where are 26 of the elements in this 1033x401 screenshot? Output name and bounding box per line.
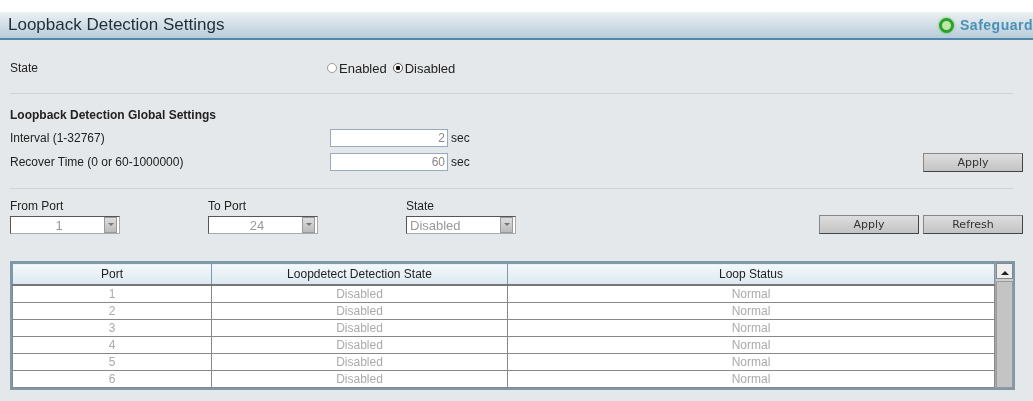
scrollbar-thumb[interactable]	[996, 281, 1013, 388]
radio-option[interactable]: Enabled	[327, 60, 387, 76]
safeguard-label: Safeguard	[960, 17, 1033, 33]
unit-label: sec	[451, 155, 470, 169]
state-label: State	[10, 61, 40, 75]
section-heading: Loopback Detection Global Settings	[10, 108, 218, 124]
select-label: From Port	[10, 199, 65, 213]
column-header: Loopdetect Detection State	[211, 263, 508, 285]
field-label: Recover Time (0 or 60-1000000)	[10, 155, 185, 169]
input-field[interactable]: 2	[330, 129, 448, 147]
status-light-icon	[939, 17, 955, 33]
apply-button[interactable]: Apply	[819, 215, 919, 234]
radio-option[interactable]: Disabled	[392, 60, 456, 76]
refresh-button[interactable]: Refresh	[923, 215, 1023, 234]
scrollbar[interactable]	[995, 263, 1013, 388]
unit-label: sec	[451, 131, 470, 145]
radio-icon[interactable]	[327, 63, 337, 73]
apply-button[interactable]: Apply	[923, 152, 1023, 172]
page-title: Loopback Detection Settings	[8, 15, 225, 35]
column-header: Loop Status	[507, 263, 995, 285]
input-field[interactable]: 60	[330, 153, 448, 171]
column-header: Port	[12, 263, 212, 285]
field-label: Interval (1-32767)	[10, 131, 106, 145]
select-label: To Port	[208, 199, 247, 213]
select-label: State	[406, 199, 436, 213]
radio-icon[interactable]	[392, 63, 403, 73]
